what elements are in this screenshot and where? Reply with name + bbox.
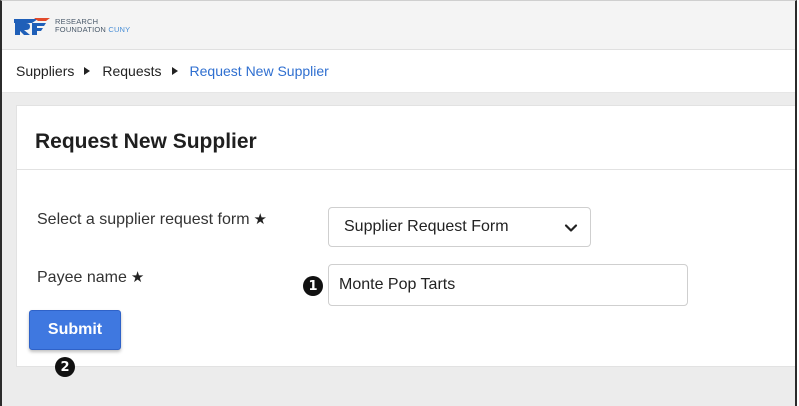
breadcrumb-current: Request New Supplier bbox=[189, 63, 329, 79]
header-bar: RESEARCH FOUNDATION CUNY bbox=[2, 1, 795, 50]
breadcrumb-arrow-icon bbox=[171, 67, 178, 75]
chevron-down-icon bbox=[564, 224, 578, 232]
required-star-icon: ★ bbox=[130, 269, 145, 286]
submit-button[interactable]: Submit bbox=[29, 310, 121, 350]
breadcrumb: Suppliers Requests Request New Supplier bbox=[2, 50, 795, 93]
rf-logo-icon bbox=[14, 18, 50, 35]
select-value: Supplier Request Form bbox=[344, 218, 509, 235]
page-title: Request New Supplier bbox=[35, 130, 257, 153]
breadcrumb-requests[interactable]: Requests bbox=[102, 63, 161, 79]
callout-2-icon: 2 bbox=[55, 357, 75, 377]
breadcrumb-arrow-icon bbox=[84, 67, 91, 75]
required-star-icon: ★ bbox=[253, 211, 267, 228]
rf-cuny-logo[interactable]: RESEARCH FOUNDATION CUNY bbox=[12, 15, 130, 37]
logo-line-2: FOUNDATION CUNY bbox=[55, 25, 131, 34]
app-window: RESEARCH FOUNDATION CUNY Suppliers Reque… bbox=[0, 0, 797, 406]
payee-name-label: Payee name ★ bbox=[37, 268, 144, 287]
request-form-card: Request New Supplier Select a supplier r… bbox=[16, 105, 795, 377]
payee-name-label-text: Payee name bbox=[37, 269, 127, 286]
select-form-label: Select a supplier request form ★ bbox=[37, 210, 267, 229]
select-form-label-text: Select a supplier request form bbox=[37, 211, 250, 228]
title-divider bbox=[17, 169, 795, 170]
supplier-request-form-select[interactable]: Supplier Request Form bbox=[328, 207, 591, 247]
payee-name-input[interactable] bbox=[328, 264, 688, 306]
breadcrumb-suppliers[interactable]: Suppliers bbox=[16, 63, 74, 79]
logo-wordmark: RESEARCH FOUNDATION CUNY bbox=[55, 18, 130, 34]
callout-1-icon: 1 bbox=[303, 276, 323, 296]
logo-cuny: CUNY bbox=[108, 25, 131, 34]
